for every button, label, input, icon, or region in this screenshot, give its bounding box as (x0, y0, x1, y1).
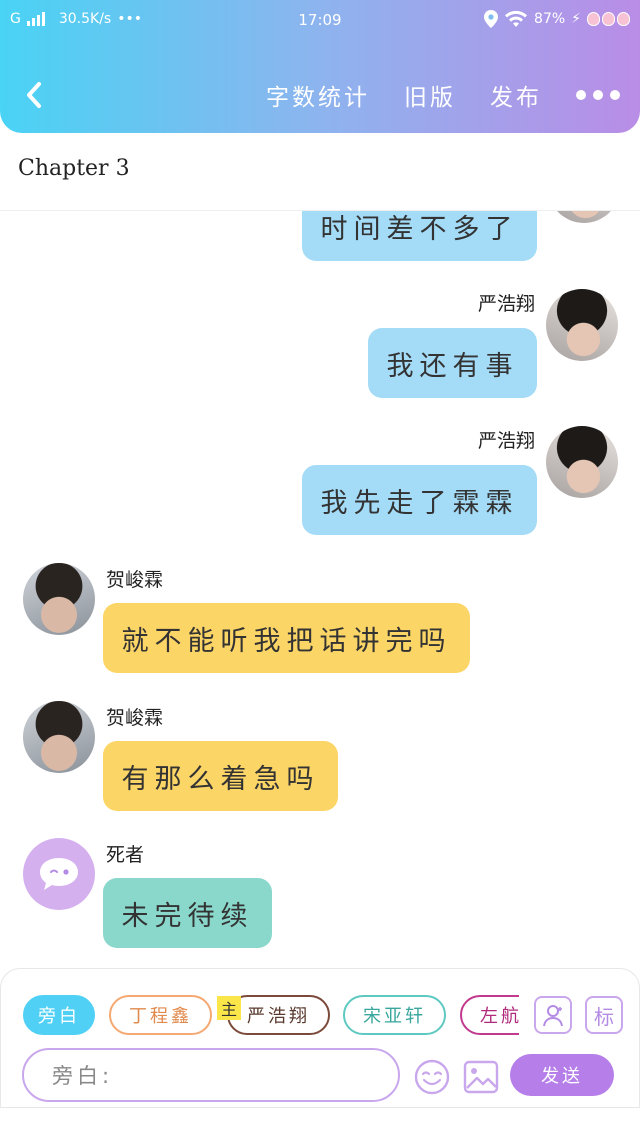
back-icon[interactable] (22, 80, 48, 110)
speaker-name: 严浩翔 (477, 293, 535, 315)
top-nav: 字数统计 旧版 发布 (0, 72, 640, 118)
role-chip-song-yaxuan[interactable]: 宋亚轩 (343, 995, 446, 1035)
tag-button[interactable]: 标 (585, 996, 623, 1034)
status-right: 87% ⚡ (484, 10, 630, 28)
strawberry-battery-icon (587, 12, 630, 26)
role-selector[interactable]: 旁白 丁程鑫 严浩翔 宋亚轩 左航 (23, 995, 519, 1037)
word-count-button[interactable]: 字数统计 (266, 78, 370, 112)
speaker-name: 死者 (106, 844, 145, 866)
avatar[interactable] (23, 701, 95, 773)
message-bubble: 未完待续 (103, 878, 272, 948)
message-input[interactable]: 旁白: (22, 1048, 400, 1102)
role-chip-ding-chengxin[interactable]: 丁程鑫 (109, 995, 212, 1035)
role-chip-yan-haoxiang[interactable]: 严浩翔 (227, 995, 330, 1035)
app-header: G 30.5K/s ••• 17:09 87% ⚡ 字数统计 旧版 发布 (0, 0, 640, 133)
image-icon[interactable] (462, 1058, 500, 1096)
message-bubble: 时间差不多了 (302, 211, 537, 261)
message-bubble: 我先走了霖霖 (302, 465, 537, 535)
bottom-safe-area (0, 1108, 640, 1138)
role-chip-zuo-hang[interactable]: 左航 (460, 995, 519, 1035)
emoji-icon[interactable] (413, 1058, 451, 1096)
old-version-button[interactable]: 旧版 (404, 78, 456, 112)
more-menu-icon[interactable] (576, 90, 620, 100)
chat-area[interactable]: 时间差不多了 严浩翔 我还有事 严浩翔 我先走了霖霖 贺峻霖 就不能听我把话讲完… (0, 211, 640, 968)
avatar[interactable] (546, 426, 618, 498)
message-bubble: 我还有事 (368, 328, 537, 398)
input-row: 旁白: 发送 (0, 1048, 640, 1104)
avatar[interactable] (23, 838, 95, 910)
publish-button[interactable]: 发布 (490, 78, 542, 112)
person-card-icon (543, 1005, 563, 1027)
main-role-badge: 主 (217, 996, 241, 1020)
speaker-name: 贺峻霖 (106, 569, 164, 591)
avatar[interactable] (546, 289, 618, 361)
speaker-name: 严浩翔 (477, 430, 535, 452)
role-chip-narrator[interactable]: 旁白 (23, 995, 95, 1035)
status-bar: G 30.5K/s ••• 17:09 87% ⚡ (0, 0, 640, 40)
battery-level: 87% (534, 11, 566, 27)
message-bubble: 就不能听我把话讲完吗 (103, 603, 470, 673)
chat-bubble-icon (40, 858, 78, 890)
speaker-name: 贺峻霖 (106, 707, 164, 729)
avatar[interactable] (548, 211, 620, 223)
message-bubble: 有那么着急吗 (103, 741, 338, 811)
location-icon (484, 10, 499, 28)
send-button[interactable]: 发送 (510, 1054, 614, 1096)
nav-actions: 字数统计 旧版 发布 (266, 78, 620, 112)
avatar[interactable] (23, 563, 95, 635)
add-role-button[interactable] (534, 996, 572, 1034)
chapter-title[interactable]: Chapter 3 (18, 156, 130, 181)
wifi-icon (504, 10, 528, 28)
charging-icon: ⚡ (571, 11, 581, 27)
